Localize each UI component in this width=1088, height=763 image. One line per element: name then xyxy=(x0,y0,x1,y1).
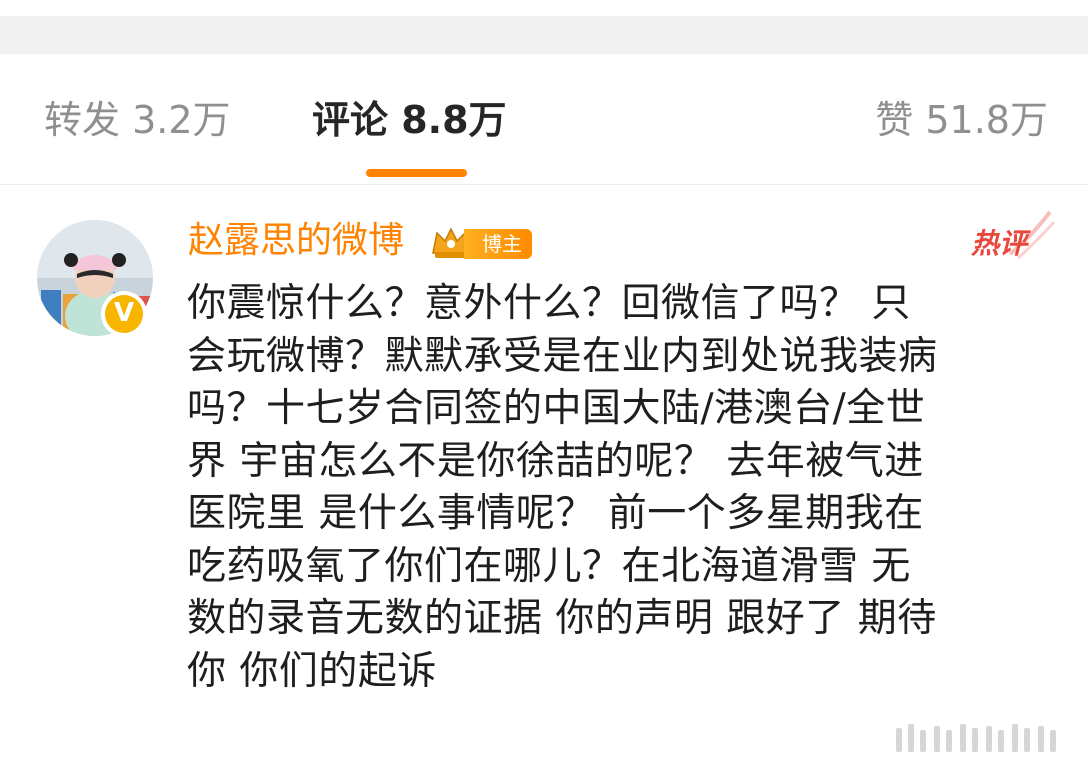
comment-line: 吃药吸氧了你们在哪儿？在北海道滑雪 无 xyxy=(187,543,911,589)
tab-reposts[interactable]: 转发 3.2万 xyxy=(44,96,231,144)
verified-badge: V xyxy=(101,291,147,337)
comment-line: 会玩微博？默默承受是在业内到处说我装病 xyxy=(187,333,938,379)
section-separator xyxy=(0,16,1088,54)
top-strip xyxy=(0,0,1088,16)
comment-line: 吗？十七岁合同签的中国大陆/港澳台/全世 xyxy=(187,386,926,431)
watermark-logo xyxy=(896,724,1056,752)
hot-comment-label: 热评 xyxy=(971,227,1028,260)
verified-icon: V xyxy=(105,295,143,333)
comment-username[interactable]: 赵露思的微博 xyxy=(188,218,404,264)
comment-line: 数的录音无数的证据 你的声明 跟好了 期待 xyxy=(187,596,937,641)
blogger-badge: 博主 xyxy=(464,229,532,259)
comment-body: 你震惊什么？意外什么？回微信了吗？ 只 会玩微博？默默承受是在业内到处说我装病 … xyxy=(187,278,1057,698)
divider xyxy=(0,184,1088,185)
tab-comments[interactable]: 评论 8.8万 xyxy=(312,96,507,144)
active-tab-indicator xyxy=(366,169,467,177)
comment-line: 你震惊什么？意外什么？回微信了吗？ 只 xyxy=(187,281,911,326)
comment-line: 界 宇宙怎么不是你徐喆的呢？ 去年被气进 xyxy=(187,438,924,484)
comment-line: 你 你们的起诉 xyxy=(187,648,437,694)
comment-line: 医院里 是什么事情呢？ 前一个多星期我在 xyxy=(187,491,924,536)
tab-likes[interactable]: 赞 51.8万 xyxy=(875,96,1048,144)
